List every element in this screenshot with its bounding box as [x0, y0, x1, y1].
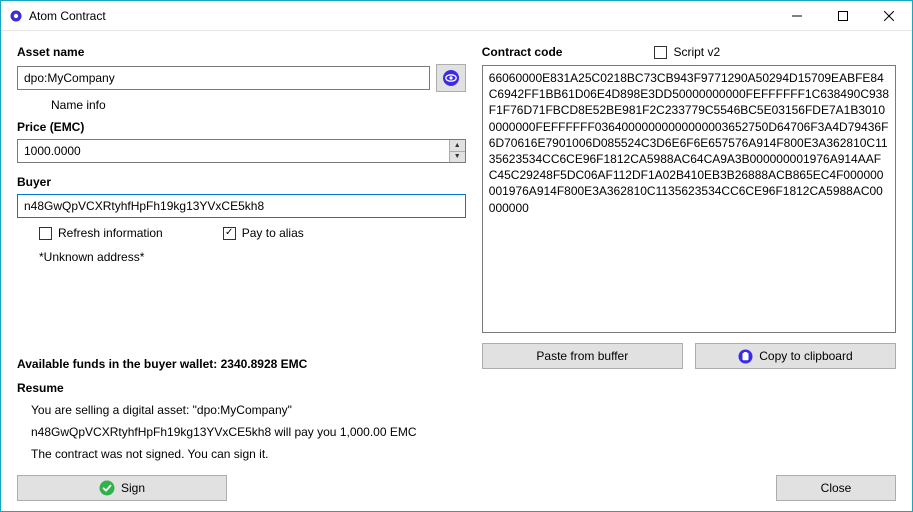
asset-name-label: Asset name: [17, 45, 466, 59]
sign-button-label: Sign: [121, 481, 145, 495]
available-funds-text: Available funds in the buyer wallet: 234…: [17, 357, 466, 371]
price-input[interactable]: [17, 139, 466, 163]
close-button[interactable]: Close: [776, 475, 896, 501]
buyer-input[interactable]: [17, 194, 466, 218]
checkbox-icon: ✓: [223, 227, 236, 240]
buyer-label: Buyer: [17, 175, 466, 189]
resume-line-1: You are selling a digital asset: "dpo:My…: [31, 403, 466, 417]
check-circle-icon: [99, 480, 115, 496]
minimize-button[interactable]: [774, 1, 820, 30]
paste-from-buffer-button[interactable]: Paste from buffer: [482, 343, 683, 369]
refresh-info-label: Refresh information: [58, 226, 163, 240]
unknown-address-text: *Unknown address*: [39, 250, 466, 264]
window-title: Atom Contract: [29, 9, 106, 23]
refresh-information-checkbox[interactable]: Refresh information: [39, 226, 163, 240]
checkbox-icon: [39, 227, 52, 240]
name-info-text: Name info: [51, 98, 466, 112]
app-icon: [9, 9, 23, 23]
maximize-button[interactable]: [820, 1, 866, 30]
pay-to-alias-checkbox[interactable]: ✓ Pay to alias: [223, 226, 304, 240]
price-label: Price (EMC): [17, 120, 466, 134]
titlebar: Atom Contract: [1, 1, 912, 31]
resume-line-2: n48GwQpVCXRtyhfHpFh19kg13YVxCE5kh8 will …: [31, 425, 466, 439]
clipboard-icon: [738, 349, 753, 364]
view-button[interactable]: [436, 64, 466, 92]
contract-code-label: Contract code: [482, 45, 563, 59]
copy-to-clipboard-button[interactable]: Copy to clipboard: [695, 343, 896, 369]
script-v2-checkbox[interactable]: Script v2: [654, 45, 720, 59]
resume-line-3: The contract was not signed. You can sig…: [31, 447, 466, 461]
paste-button-label: Paste from buffer: [536, 349, 628, 363]
copy-button-label: Copy to clipboard: [759, 349, 852, 363]
asset-name-input[interactable]: [17, 66, 430, 90]
close-button-label: Close: [821, 481, 852, 495]
contract-code-text[interactable]: 66060000E831A25C0218BC73CB943F9771290A50…: [482, 65, 896, 333]
close-window-button[interactable]: [866, 1, 912, 30]
checkbox-icon: [654, 46, 667, 59]
script-v2-label: Script v2: [673, 45, 720, 59]
price-spin-up[interactable]: ▲: [450, 140, 465, 152]
resume-heading: Resume: [17, 381, 466, 395]
price-spin-down[interactable]: ▼: [450, 152, 465, 163]
sign-button[interactable]: Sign: [17, 475, 227, 501]
pay-alias-label: Pay to alias: [242, 226, 304, 240]
